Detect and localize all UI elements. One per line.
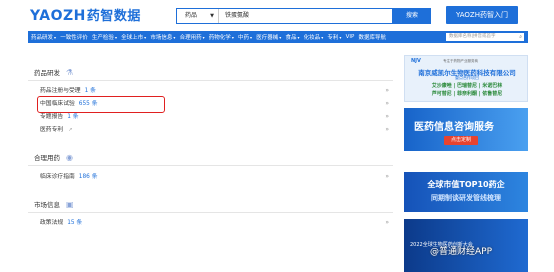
- chevron-right-icon: »: [385, 173, 389, 180]
- chevron-right-icon: »: [385, 126, 389, 133]
- nav-item[interactable]: 市场信息▾: [150, 33, 175, 41]
- custom-order-button[interactable]: 点击定制: [444, 136, 478, 145]
- site-logo[interactable]: YAOZH药智数据: [30, 5, 141, 24]
- chevron-down-icon: ▾: [250, 35, 253, 40]
- chevron-right-icon: »: [385, 87, 389, 94]
- chevron-down-icon: ▾: [173, 35, 176, 40]
- divider: [28, 212, 393, 213]
- divider: [28, 165, 393, 166]
- chevron-down-icon: ▾: [321, 35, 324, 40]
- main-nav: 药品研发▾ 一致性评价 生产检验▾ 全球上市▾ 市场信息▾ 合理用药▾ 药物化学…: [28, 31, 528, 43]
- ad-banner-njv[interactable]: NJV 专注于药物产业服务商 南京威凯尔生物医药科技有限公司 重点合作项目 艾沙…: [404, 55, 528, 102]
- flask-icon: ⚗: [66, 67, 74, 77]
- chevron-right-icon: »: [385, 219, 389, 226]
- list-item[interactable]: 政策法规 15 条 »: [40, 218, 393, 228]
- nav-item[interactable]: 化妆品▾: [304, 33, 324, 41]
- chevron-right-icon: »: [385, 113, 389, 120]
- watermark: @普通财经APP: [430, 247, 493, 257]
- section-title: 药品研发 ⚗: [34, 67, 74, 78]
- search-box: 药品 ▼ 铁蛋氨酸: [176, 8, 393, 24]
- chevron-down-icon: ▾: [54, 35, 57, 40]
- logo-latin: YAOZH: [30, 8, 86, 24]
- nav-item[interactable]: 生产检验▾: [92, 33, 117, 41]
- list-item[interactable]: 专题报告 1 条 »: [40, 112, 393, 122]
- nav-item[interactable]: 药品研发▾: [31, 33, 56, 41]
- search-icon[interactable]: ⌕: [519, 33, 522, 41]
- chevron-down-icon: ▼: [210, 13, 214, 19]
- chevron-down-icon: ▾: [202, 35, 205, 40]
- chevron-right-icon: »: [385, 100, 389, 107]
- list-item[interactable]: 药品注册与受理 1 条 »: [40, 86, 393, 96]
- list-item[interactable]: 医药专利 ↗ »: [40, 125, 393, 135]
- ad-banner-consulting[interactable]: 医药信息咨询服务 点击定制: [404, 108, 528, 151]
- nav-item[interactable]: 中药▾: [238, 33, 252, 41]
- chevron-down-icon: ▾: [279, 35, 282, 40]
- ad-banner-top10[interactable]: 全球市值TOP10药企 同期制谈研发管线梳理: [404, 172, 528, 212]
- section-title: 市场信息 ▣: [34, 199, 74, 210]
- search-button[interactable]: 搜索: [393, 8, 431, 24]
- divider: [28, 80, 393, 81]
- nav-item[interactable]: 医疗器械▾: [256, 33, 281, 41]
- logo-cn: 药智数据: [86, 9, 141, 24]
- chevron-down-icon: ▾: [339, 35, 342, 40]
- section-title: 合理用药 ◉: [34, 152, 73, 163]
- chevron-down-icon: ▾: [231, 35, 234, 40]
- nav-item[interactable]: 全球上市▾: [121, 33, 146, 41]
- nav-item[interactable]: 专利▾: [327, 33, 341, 41]
- pill-icon: ◉: [66, 152, 73, 162]
- chevron-down-icon: ▾: [144, 35, 147, 40]
- search-category-value: 药品: [185, 12, 198, 19]
- nav-item[interactable]: 一致性评价: [60, 33, 88, 41]
- highlight-box: [37, 96, 165, 113]
- market-icon: ▣: [66, 199, 74, 209]
- nav-item[interactable]: 药物化学▾: [209, 33, 234, 41]
- nav-item[interactable]: 合理用药▾: [180, 33, 205, 41]
- chevron-down-icon: ▾: [114, 35, 117, 40]
- search-category-select[interactable]: 药品 ▼: [177, 9, 219, 23]
- external-link-icon: ↗: [68, 127, 73, 133]
- list-item[interactable]: 临床诊疗指南 186 条 »: [40, 172, 393, 182]
- top-bar: YAOZH药智数据 药品 ▼ 铁蛋氨酸 搜索 YAOZH药智入门: [0, 0, 554, 30]
- nav-item[interactable]: VIP: [346, 34, 355, 40]
- join-button[interactable]: YAOZH药智入门: [446, 6, 518, 24]
- database-search-input[interactable]: 数据库名称|拼音或首字 ⌕: [446, 33, 524, 41]
- chevron-down-icon: ▾: [297, 35, 300, 40]
- search-input[interactable]: 铁蛋氨酸: [219, 9, 392, 23]
- nav-item[interactable]: 数据库导航: [359, 33, 387, 41]
- nav-item[interactable]: 食品▾: [285, 33, 299, 41]
